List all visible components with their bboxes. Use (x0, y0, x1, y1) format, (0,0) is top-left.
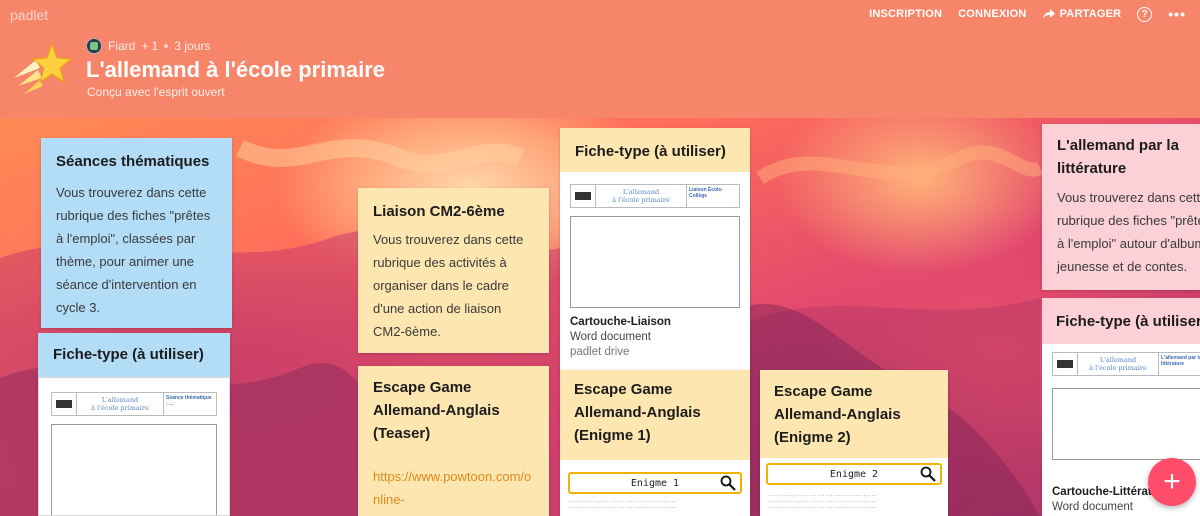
card-escape-game-teaser[interactable]: Escape Game Allemand-Anglais (Teaser) ht… (358, 366, 549, 516)
page-subtitle: Conçu avec l'esprit ouvert (87, 85, 225, 99)
card-title: Escape Game Allemand-Anglais (Enigme 1) (574, 381, 701, 444)
card-title: L'allemand par la littérature (1057, 137, 1179, 177)
help-icon[interactable]: ? (1137, 6, 1153, 22)
separator-dot (164, 44, 169, 48)
card-liaison-cm2[interactable]: Liaison CM2-6ème Vous trouverez dans cet… (358, 188, 549, 353)
document-preview[interactable]: L'allemand à l'école primaire L'allemand … (1042, 344, 1200, 474)
top-nav: INSCRIPTION CONNEXION PARTAGER ? ••• (869, 6, 1186, 22)
signup-button[interactable]: INSCRIPTION (869, 8, 942, 20)
share-button[interactable]: PARTAGER (1042, 8, 1122, 20)
like-count: + 1 (141, 39, 159, 53)
more-icon[interactable]: ••• (1168, 6, 1186, 22)
header: padlet INSCRIPTION CONNEXION PARTAGER ? … (0, 0, 1200, 118)
brand-logo[interactable]: padlet (10, 7, 48, 23)
document-preview[interactable]: Enigme 1 ·······························… (560, 460, 750, 516)
post-meta: Fiard + 1 3 jours (86, 38, 210, 54)
magnifier-icon (920, 466, 936, 482)
star-logo-icon (14, 42, 72, 94)
author-name[interactable]: Fiard (108, 39, 135, 53)
card-title: Escape Game Allemand-Anglais (Enigme 2) (774, 383, 901, 446)
login-button[interactable]: CONNEXION (958, 8, 1026, 20)
timestamp: 3 jours (174, 39, 211, 53)
magnifier-icon (720, 475, 736, 491)
card-fiche-type-1[interactable]: Fiche-type (à utiliser) L'allemand à l'éc… (38, 333, 230, 516)
card-title: Fiche-type (à utiliser) (1056, 313, 1200, 330)
card-title: Fiche-type (à utiliser) (575, 143, 726, 160)
card-body: Vous trouverez dans cette rubrique des a… (373, 232, 524, 339)
card-link[interactable]: https://www.powtoon.com/online- (373, 465, 534, 511)
document-preview[interactable]: L'allemand à l'école primaire Liaison Éco… (560, 172, 750, 312)
card-body: Vous trouverez dans cette rubrique des f… (56, 185, 211, 315)
plus-icon: + (1163, 465, 1181, 498)
card-escape-game-enigme2[interactable]: Escape Game Allemand-Anglais (Enigme 2) … (760, 370, 948, 516)
attachment-info: Cartouche-Liaison Word document padlet d… (570, 316, 671, 358)
card-fiche-type-2[interactable]: Fiche-type (à utiliser) L'allemand à l'éc… (560, 128, 750, 370)
card-title: Liaison CM2-6ème (373, 203, 505, 220)
card-seances-thematiques[interactable]: Séances thématiques Vous trouverez dans … (41, 138, 232, 328)
card-allemand-litterature[interactable]: L'allemand par la littérature Vous trouv… (1042, 124, 1200, 290)
card-title: Fiche-type (à utiliser) (53, 346, 204, 363)
share-label: PARTAGER (1059, 8, 1122, 20)
share-icon (1042, 9, 1055, 19)
card-title: Séances thématiques (56, 153, 210, 170)
avatar[interactable] (86, 38, 102, 54)
card-body: Vous trouverez dans cette rubrique des f… (1057, 190, 1200, 274)
page-title: L'allemand à l'école primaire (86, 57, 386, 82)
document-preview[interactable]: L'allemand à l'école primaire Séance thém… (38, 377, 230, 516)
card-escape-game-enigme1[interactable]: Escape Game Allemand-Anglais (Enigme 1) … (560, 370, 750, 516)
document-preview[interactable]: Enigme 2 ·······························… (760, 458, 948, 516)
add-post-button[interactable]: + (1148, 458, 1196, 506)
enigme-label: Enigme 2 (829, 468, 879, 480)
enigme-label: Enigme 1 (630, 477, 680, 489)
card-title: Escape Game Allemand-Anglais (Teaser) (373, 379, 500, 442)
